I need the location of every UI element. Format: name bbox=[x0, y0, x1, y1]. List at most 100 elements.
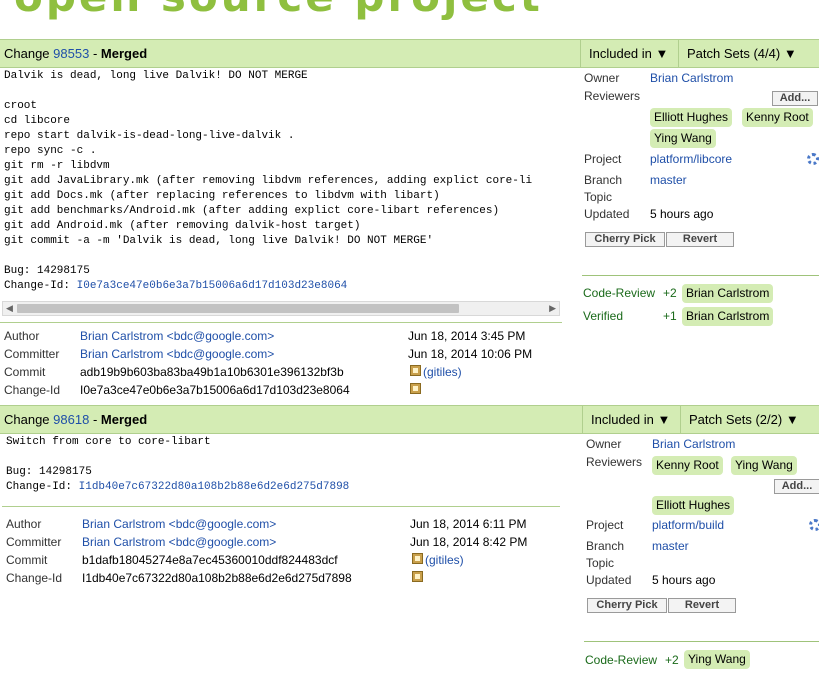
revert-button[interactable]: Revert bbox=[668, 598, 736, 613]
updated-value: 5 hours ago bbox=[652, 573, 716, 587]
label-code-review: Code-Review bbox=[583, 286, 656, 300]
reviewer-chip[interactable]: Kenny Root bbox=[652, 456, 723, 475]
author-label: Author bbox=[6, 517, 42, 531]
committer-label: Committer bbox=[6, 535, 62, 549]
copy-changeid-icon[interactable] bbox=[412, 571, 423, 582]
change-id-link[interactable]: I1db40e7c67322d80a108b2b88e6d2e6d275d789… bbox=[79, 481, 350, 493]
gitiles-link[interactable]: (gitiles) bbox=[425, 553, 464, 567]
revert-button[interactable]: Revert bbox=[666, 232, 734, 247]
patch-sets-button[interactable]: Patch Sets (2/2) ▼ bbox=[680, 406, 810, 433]
change-block-98553: Change 98553 - Merged Included in ▼ Patc… bbox=[0, 39, 819, 399]
reviewer-chip[interactable]: Ying Wang bbox=[731, 456, 797, 475]
msg-line: git commit -a -m 'Dalvik is dead, long l… bbox=[4, 235, 434, 247]
commit-label: Commit bbox=[6, 553, 48, 567]
owner-link[interactable]: Brian Carlstrom bbox=[650, 71, 733, 85]
label-voter-chip[interactable]: Ying Wang bbox=[684, 650, 750, 669]
message-divider bbox=[2, 506, 560, 507]
copy-commit-icon[interactable] bbox=[412, 553, 423, 564]
author-label: Author bbox=[4, 329, 40, 343]
label-verified-score: +1 bbox=[663, 309, 677, 323]
updated-value: 5 hours ago bbox=[650, 207, 714, 221]
title-dash: - bbox=[92, 46, 98, 61]
branch-link[interactable]: master bbox=[650, 173, 687, 187]
project-link[interactable]: platform/libcore bbox=[650, 152, 732, 166]
msg-line: Switch from core to core-libart bbox=[6, 436, 211, 448]
branch-label: Branch bbox=[584, 173, 623, 187]
msg-line: git add Android.mk (after removing dalvi… bbox=[4, 220, 361, 232]
gear-icon[interactable] bbox=[809, 519, 819, 531]
msg-line: Dalvik is dead, long live Dalvik! DO NOT… bbox=[4, 70, 308, 82]
project-link[interactable]: platform/build bbox=[652, 518, 724, 532]
cherry-pick-button[interactable]: Cherry Pick bbox=[587, 598, 667, 613]
reviewers-label: Reviewers bbox=[586, 455, 643, 469]
changeid-label: Change-Id bbox=[4, 383, 61, 397]
included-in-button[interactable]: Included in ▼ bbox=[580, 40, 678, 67]
commit-message: Dalvik is dead, long live Dalvik! DO NOT… bbox=[0, 69, 570, 294]
change-header: Change 98553 - Merged Included in ▼ Patc… bbox=[0, 39, 819, 68]
branch-label: Branch bbox=[586, 539, 625, 553]
author-link[interactable]: Brian Carlstrom <bdc@google.com> bbox=[82, 517, 276, 531]
change-block-98618: Change 98618 - Merged Included in ▼ Patc… bbox=[0, 405, 819, 675]
changeid-label: Change-Id bbox=[6, 571, 63, 585]
msg-line: repo sync -c . bbox=[4, 145, 97, 157]
message-horizontal-scrollbar[interactable]: ◀ ▶ bbox=[2, 301, 560, 316]
change-number-link[interactable]: 98553 bbox=[53, 46, 89, 61]
change-number-link[interactable]: 98618 bbox=[53, 412, 89, 427]
committer-date: Jun 18, 2014 10:06 PM bbox=[408, 347, 533, 361]
msg-line: Bug: 14298175 bbox=[4, 265, 90, 277]
owner-link[interactable]: Brian Carlstrom bbox=[652, 437, 735, 451]
label-verified: Verified bbox=[583, 309, 624, 323]
commit-label: Commit bbox=[4, 365, 46, 379]
change-id-link[interactable]: I0e7a3ce47e0b6e3a7b15006a6d17d103d23e806… bbox=[77, 280, 348, 292]
change-header: Change 98618 - Merged Included in ▼ Patc… bbox=[0, 405, 819, 434]
gitiles-link[interactable]: (gitiles) bbox=[423, 365, 462, 379]
included-in-button[interactable]: Included in ▼ bbox=[582, 406, 680, 433]
owner-label: Owner bbox=[584, 71, 620, 85]
msg-line: git add Docs.mk (after replacing referen… bbox=[4, 190, 440, 202]
patch-sets-button[interactable]: Patch Sets (4/4) ▼ bbox=[678, 40, 810, 67]
add-reviewer-button[interactable]: Add... bbox=[774, 479, 819, 494]
scroll-right-arrow[interactable]: ▶ bbox=[549, 302, 556, 315]
msg-line: git add benchmarks/Android.mk (after add… bbox=[4, 205, 500, 217]
label-code-review: Code-Review bbox=[585, 653, 658, 667]
reviewer-chip[interactable]: Kenny Root bbox=[742, 108, 813, 127]
updated-label: Updated bbox=[584, 207, 630, 221]
title-dash: - bbox=[92, 412, 98, 427]
msg-line: cd libcore bbox=[4, 115, 71, 127]
change-prefix: Change bbox=[4, 46, 50, 61]
msg-line: git rm -r libdvm bbox=[4, 160, 110, 172]
committer-link[interactable]: Brian Carlstrom <bdc@google.com> bbox=[80, 347, 274, 361]
label-voter-chip[interactable]: Brian Carlstrom bbox=[682, 284, 774, 303]
reviewers-label: Reviewers bbox=[584, 89, 641, 103]
changeid-value: I0e7a3ce47e0b6e3a7b15006a6d17d103d23e806… bbox=[80, 383, 350, 397]
topic-label: Topic bbox=[586, 556, 615, 570]
label-code-review-score: +2 bbox=[665, 653, 679, 667]
add-reviewer-button[interactable]: Add... bbox=[772, 91, 818, 106]
author-date: Jun 18, 2014 3:45 PM bbox=[408, 329, 526, 343]
committer-link[interactable]: Brian Carlstrom <bdc@google.com> bbox=[82, 535, 276, 549]
reviewer-chip[interactable]: Elliott Hughes bbox=[652, 496, 735, 515]
author-link[interactable]: Brian Carlstrom <bdc@google.com> bbox=[80, 329, 274, 343]
author-date: Jun 18, 2014 6:11 PM bbox=[410, 517, 527, 531]
topic-label: Topic bbox=[584, 190, 613, 204]
reviewer-chip[interactable]: Elliott Hughes bbox=[650, 108, 733, 127]
scrollbar-thumb[interactable] bbox=[17, 304, 459, 313]
label-code-review-score: +2 bbox=[663, 286, 677, 300]
change-status: Merged bbox=[100, 412, 148, 427]
reviewer-chip[interactable]: Ying Wang bbox=[650, 129, 716, 148]
committer-label: Committer bbox=[4, 347, 60, 361]
labels-divider bbox=[584, 641, 819, 642]
branch-link[interactable]: master bbox=[652, 539, 689, 553]
scroll-left-arrow[interactable]: ◀ bbox=[6, 302, 13, 315]
banner-title: open source project bbox=[14, 0, 543, 21]
copy-changeid-icon[interactable] bbox=[410, 383, 421, 394]
change-prefix: Change bbox=[4, 412, 50, 427]
cherry-pick-button[interactable]: Cherry Pick bbox=[585, 232, 665, 247]
gear-icon[interactable] bbox=[807, 153, 819, 165]
message-divider bbox=[0, 322, 562, 323]
commit-hash: b1dafb18045274e8a7ec45360010ddf824483dcf bbox=[82, 553, 338, 567]
change-id-label: Change-Id: bbox=[6, 481, 79, 493]
copy-commit-icon[interactable] bbox=[410, 365, 421, 376]
label-voter-chip[interactable]: Brian Carlstrom bbox=[682, 307, 774, 326]
change-title: Change 98553 - Merged bbox=[4, 46, 147, 61]
